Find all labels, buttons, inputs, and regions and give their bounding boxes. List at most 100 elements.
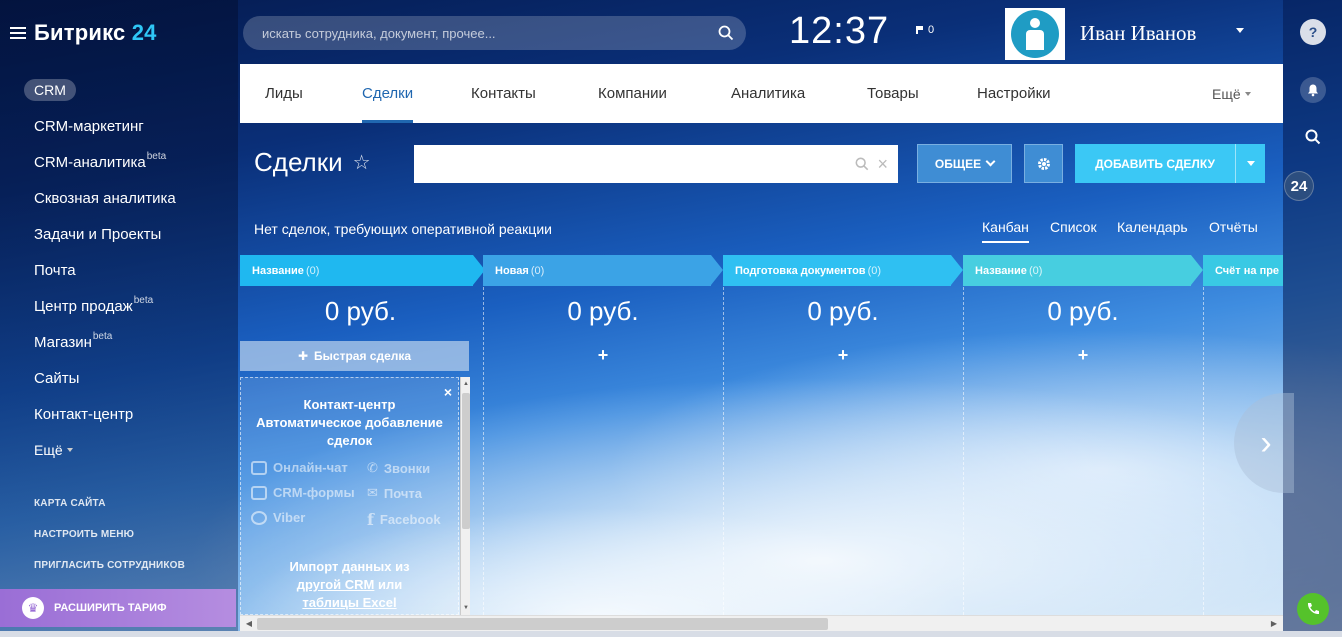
scroll-left-icon[interactable]: ◀ (242, 617, 256, 631)
add-item-plus[interactable]: + (483, 345, 723, 366)
clock[interactable]: 12:37 (789, 10, 889, 53)
column-header[interactable]: Подготовка документов (0) (723, 255, 963, 286)
horizontal-scrollbar[interactable]: ◀ ▶ (240, 615, 1283, 631)
tab-more-label: Ещё (1212, 85, 1241, 102)
column-title: Подготовка документов (735, 264, 866, 277)
column-count: (0) (1028, 264, 1043, 277)
kanban-column: Подготовка документов (0) 0 руб. + (723, 255, 963, 615)
sidebar-item-shop[interactable]: Магазин beta (0, 324, 238, 360)
sidebar-menu: CRM CRM-маркетинг CRM-аналитика beta Скво… (0, 72, 238, 468)
clear-icon[interactable]: × (877, 154, 888, 175)
view-reports[interactable]: Отчёты (1209, 219, 1258, 235)
tab-settings[interactable]: Настройки (977, 64, 1051, 123)
scroll-right-icon[interactable]: ▶ (1267, 617, 1281, 631)
sidebar-item-contact-center[interactable]: Контакт-центр (0, 396, 238, 432)
sitemap-link[interactable]: КАРТА САЙТА (34, 488, 185, 519)
add-deal-button[interactable]: ДОБАВИТЬ СДЕЛКУ (1075, 144, 1265, 183)
quick-deal-button[interactable]: ✚ Быстрая сделка (240, 341, 469, 371)
viber-icon (251, 510, 267, 525)
column-arrow (951, 255, 963, 285)
tab-deals[interactable]: Сделки (362, 64, 414, 123)
chevron-down-icon (985, 156, 996, 167)
bitrix24-counter[interactable]: 24 (1284, 171, 1314, 201)
kanban-column: Новая (0) 0 руб. + (483, 255, 723, 615)
category-general-label: ОБЩЕЕ (934, 156, 982, 171)
sidebar-item-crm[interactable]: CRM (0, 72, 238, 108)
global-search (243, 16, 746, 50)
sidebar-item-tasks[interactable]: Задачи и Проекты (0, 216, 238, 252)
channel-mail[interactable]: ✉ Почта (367, 485, 422, 501)
invite-users-link[interactable]: ПРИГЛАСИТЬ СОТРУДНИКОВ (34, 550, 185, 581)
sidebar-item-mail[interactable]: Почта (0, 252, 238, 288)
tab-products[interactable]: Товары (867, 64, 919, 123)
chevron-down-icon (1244, 91, 1251, 96)
sidebar-item-end-to-end-analytics[interactable]: Сквозная аналитика (0, 180, 238, 216)
right-search-button[interactable] (1300, 124, 1326, 150)
chevron-right-icon: › (1260, 423, 1272, 462)
user-menu-chevron-icon[interactable] (1236, 28, 1244, 33)
plus-icon: ✚ (297, 349, 309, 363)
column-arrow (1191, 255, 1203, 285)
sidebar-item-sites[interactable]: Сайты (0, 360, 238, 396)
configure-menu-link[interactable]: НАСТРОИТЬ МЕНЮ (34, 519, 185, 550)
column-header[interactable]: Название (0) (240, 255, 485, 286)
phone-button[interactable] (1297, 593, 1329, 625)
bell-icon (1308, 84, 1318, 97)
flag-icon (916, 26, 923, 34)
tab-leads[interactable]: Лиды (265, 64, 303, 123)
import-label: Импорт данных из (289, 559, 410, 574)
category-general-button[interactable]: ОБЩЕЕ (917, 144, 1012, 183)
user-name[interactable]: Иван Иванов (1080, 21, 1196, 46)
tab-contacts[interactable]: Контакты (471, 64, 536, 123)
search-icon[interactable] (855, 157, 869, 171)
phone-icon: ✆ (367, 460, 378, 475)
import-excel-link[interactable]: таблицы Excel (302, 595, 396, 610)
search-icon[interactable] (718, 25, 734, 41)
search-input[interactable] (262, 25, 718, 41)
tab-companies[interactable]: Компании (598, 64, 667, 123)
column-count: (0) (530, 264, 545, 277)
brand-name: Битрикс 24 (34, 20, 157, 45)
menu-icon[interactable] (10, 27, 26, 39)
channel-crm-forms[interactable]: CRM-формы (251, 485, 355, 500)
view-calendar[interactable]: Календарь (1117, 219, 1188, 235)
help-button[interactable]: ? (1300, 19, 1326, 45)
vertical-scrollbar[interactable]: ▲ ▼ (460, 377, 470, 615)
logo[interactable]: Битрикс 24 (10, 20, 157, 46)
filter-input[interactable] (424, 156, 848, 172)
user-avatar-icon (1011, 10, 1059, 58)
column-header[interactable]: Новая (0) (483, 255, 723, 286)
column-sum: 0 руб. (807, 296, 879, 326)
avatar[interactable] (1005, 8, 1065, 60)
tab-more[interactable]: Ещё (1212, 64, 1251, 123)
add-item-plus[interactable]: + (723, 345, 963, 366)
column-header[interactable]: Счёт на пре (1203, 255, 1283, 286)
crm-top-nav: Лиды Сделки Контакты Компании Аналитика … (240, 64, 1283, 123)
view-kanban[interactable]: Канбан (982, 219, 1029, 243)
upgrade-plan-button[interactable]: ♛ РАСШИРИТЬ ТАРИФ (0, 589, 236, 627)
import-other-crm-link[interactable]: другой CRM (297, 577, 375, 592)
sidebar-item-crm-analytics[interactable]: CRM-аналитика beta (0, 144, 238, 180)
column-header[interactable]: Название (0) (963, 255, 1203, 286)
kanban-board: Название (0) 0 руб. ✚ Быстрая сделка × Кон… (240, 255, 1283, 615)
upgrade-label: РАСШИРИТЬ ТАРИФ (54, 602, 167, 614)
add-deal-dropdown[interactable] (1235, 144, 1265, 183)
workday-flag[interactable]: 0 (916, 24, 934, 36)
column-title: Название (975, 264, 1027, 277)
view-list[interactable]: Список (1050, 219, 1097, 235)
sidebar-item-sales-center[interactable]: Центр продаж beta (0, 288, 238, 324)
notifications-button[interactable] (1300, 77, 1326, 103)
sidebar-more[interactable]: Ещё (0, 432, 238, 468)
add-item-plus[interactable]: + (963, 345, 1203, 366)
settings-button[interactable] (1024, 144, 1063, 183)
channel-calls[interactable]: ✆ Звонки (367, 460, 430, 476)
channel-facebook[interactable]: f Facebook (367, 510, 441, 529)
channel-online-chat[interactable]: Онлайн-чат (251, 460, 348, 475)
import-or: или (378, 577, 403, 592)
scrollbar-thumb[interactable] (257, 618, 828, 630)
sidebar-item-crm-marketing[interactable]: CRM-маркетинг (0, 108, 238, 144)
channel-viber[interactable]: Viber (251, 510, 305, 525)
column-title: Название (252, 264, 304, 277)
tab-analytics[interactable]: Аналитика (731, 64, 805, 123)
star-icon[interactable]: ☆ (353, 150, 371, 175)
